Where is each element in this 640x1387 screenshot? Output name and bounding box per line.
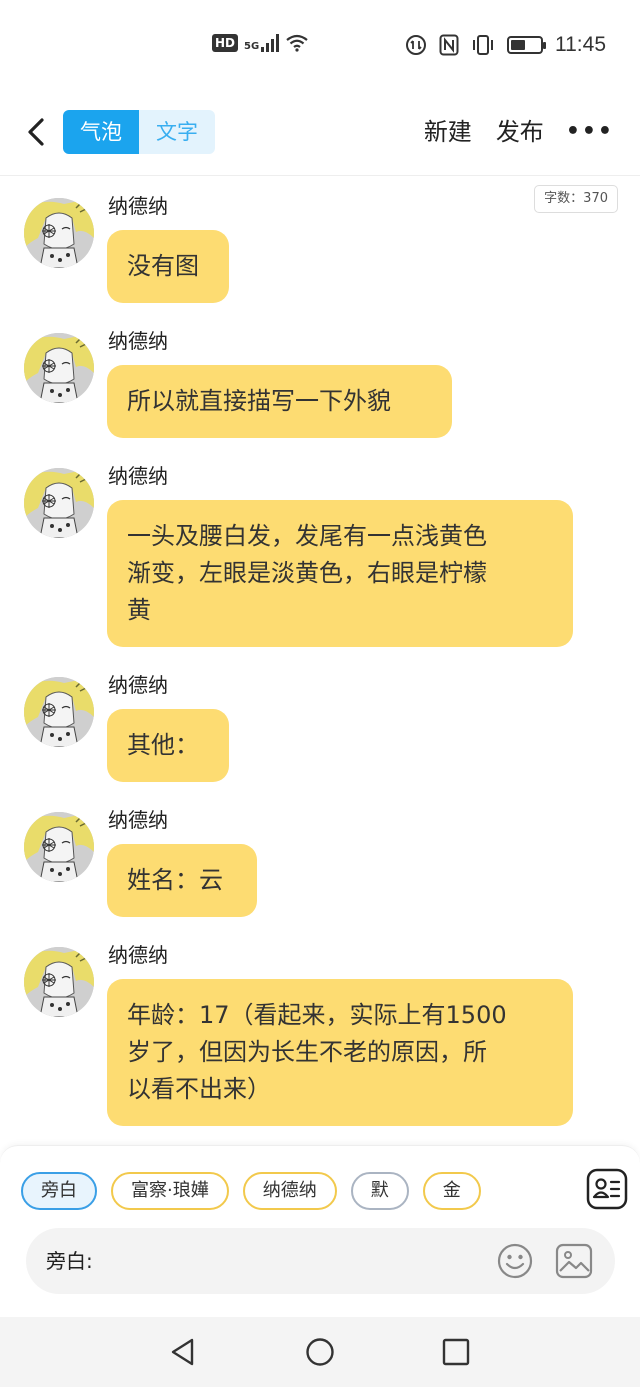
network-type: 5G [244, 41, 260, 52]
system-nav-bar [0, 1317, 640, 1387]
nav-home-icon[interactable] [305, 1337, 335, 1367]
emoji-icon[interactable] [497, 1243, 533, 1279]
avatar[interactable] [24, 198, 94, 268]
role-chips: 旁白 富察·琅嬅 纳德纳 默 金 [21, 1172, 481, 1210]
status-bar: HD 5G 11:45 [0, 0, 640, 94]
sender-name: 纳德纳 [108, 464, 168, 488]
message-input[interactable]: 旁白: [26, 1228, 615, 1294]
clock: 11:45 [555, 33, 606, 56]
tab-bubble[interactable]: 气泡 [63, 110, 139, 154]
publish-button[interactable]: 发布 [496, 114, 544, 150]
more-icon[interactable]: ••• [566, 114, 614, 150]
battery-level [511, 40, 525, 50]
message-line: 岁了，但因为长生不老的原因，所 [127, 1038, 487, 1066]
message-bubble[interactable]: 其他： [107, 709, 229, 782]
app: HD 5G 11:45 气泡 文字 新建 发布 ••• 字数：370 纳德纳 没… [0, 0, 640, 1387]
avatar[interactable] [24, 677, 94, 747]
message-line: 以看不出来） [127, 1075, 271, 1103]
role-manager-icon[interactable] [586, 1168, 628, 1210]
avatar[interactable] [24, 468, 94, 538]
message-line: 渐变，左眼是淡黄色，右眼是柠檬 [127, 559, 487, 587]
signal-icon: 5G [244, 34, 280, 52]
vibrate-icon [473, 35, 493, 55]
avatar[interactable] [24, 812, 94, 882]
message-line: 黄 [127, 596, 151, 624]
message-bubble[interactable]: 所以就直接描写一下外貌 [107, 365, 452, 438]
tab-text[interactable]: 文字 [139, 110, 215, 154]
message-line: 其他： [127, 731, 199, 759]
role-chip-mo[interactable]: 默 [350, 1172, 409, 1210]
message-line: 一头及腰白发，发尾有一点浅黄色 [127, 522, 487, 550]
input-role-label: 旁白: [46, 1249, 93, 1273]
message-bubble[interactable]: 没有图 [107, 230, 229, 303]
message-bubble[interactable]: 姓名：云 [107, 844, 257, 917]
mode-switch: 气泡 文字 [63, 110, 215, 154]
role-chip-fucha[interactable]: 富察·琅嬅 [111, 1172, 229, 1210]
sender-name: 纳德纳 [108, 194, 168, 218]
toolbar: 气泡 文字 新建 发布 ••• [0, 94, 640, 176]
word-count-badge: 字数：370 [534, 185, 618, 213]
hd-icon: HD [212, 34, 239, 52]
role-chip-jin[interactable]: 金 [422, 1172, 481, 1210]
message-line: 没有图 [127, 252, 199, 280]
nav-recents-icon[interactable] [441, 1337, 471, 1367]
sender-name: 纳德纳 [108, 673, 168, 697]
wifi-icon [286, 34, 308, 52]
new-button[interactable]: 新建 [424, 114, 472, 150]
sender-name: 纳德纳 [108, 329, 168, 353]
role-chip-narrator[interactable]: 旁白 [21, 1172, 97, 1210]
sender-name: 纳德纳 [108, 943, 168, 967]
role-chip-nadena[interactable]: 纳德纳 [242, 1172, 337, 1210]
message-bubble[interactable]: 年龄：17（看起来，实际上有1500 岁了，但因为长生不老的原因，所 以看不出来） [107, 979, 573, 1126]
message-line: 所以就直接描写一下外貌 [127, 387, 391, 415]
message-line: 年龄：17（看起来，实际上有1500 [127, 1001, 507, 1029]
avatar[interactable] [24, 333, 94, 403]
message-bubble[interactable]: 一头及腰白发，发尾有一点浅黄色 渐变，左眼是淡黄色，右眼是柠檬黄 [107, 500, 573, 647]
avatar[interactable] [24, 947, 94, 1017]
nfc-icon [439, 34, 459, 56]
input-panel: 旁白 富察·琅嬅 纳德纳 默 金 旁白: [0, 1145, 640, 1317]
message-line: 姓名：云 [127, 866, 223, 894]
sender-name: 纳德纳 [108, 808, 168, 832]
back-arrow-icon[interactable] [18, 112, 58, 152]
nav-back-icon[interactable] [168, 1337, 198, 1367]
data-saver-icon [406, 35, 426, 55]
image-icon[interactable] [555, 1243, 593, 1279]
battery-icon [507, 36, 546, 54]
